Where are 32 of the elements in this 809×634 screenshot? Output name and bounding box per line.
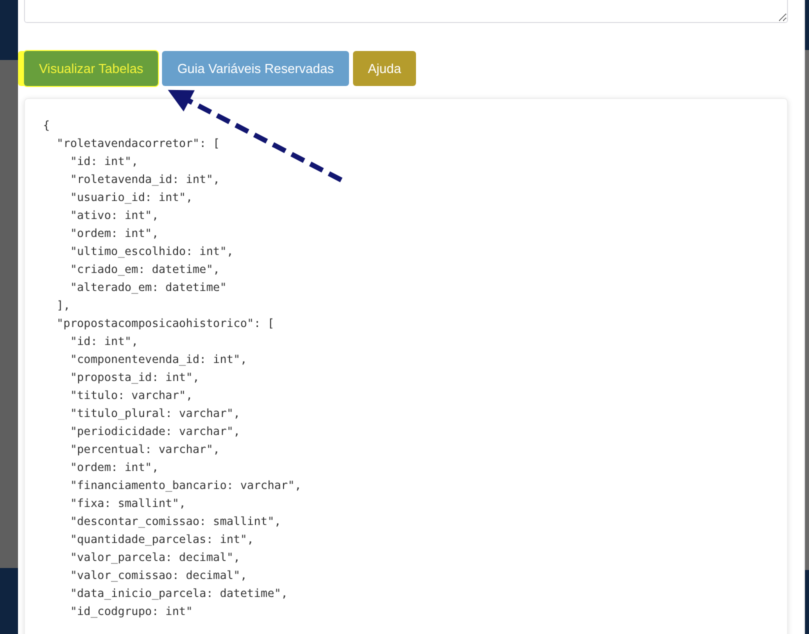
code-line: "proposta_id: int", — [69, 370, 200, 386]
code-line: "id: int", — [69, 154, 140, 170]
code-line: "ordem: int", — [69, 226, 160, 242]
code-line: "alterado_em: datetime" — [69, 280, 228, 296]
code-line: "fixa: smallint", — [69, 496, 187, 512]
code-line: "titulo_plural: varchar", — [69, 406, 242, 422]
code-line: "criado_em: datetime", — [69, 262, 221, 278]
code-line: "roletavendacorretor": [ — [56, 136, 221, 152]
code-line: ], — [56, 298, 72, 314]
code-line: "descontar_comissao: smallint", — [69, 514, 282, 530]
code-line: "propostacomposicaohistorico": [ — [56, 316, 276, 332]
code-line: "id: int", — [69, 334, 140, 350]
code-line: "id_codgrupo: int" — [69, 604, 194, 620]
code-line: "valor_parcela: decimal", — [69, 550, 242, 566]
code-line: "financiamento_bancario: varchar", — [69, 478, 302, 494]
code-line: "usuario_id: int", — [69, 190, 194, 206]
code-line: "periodicidade: varchar", — [69, 424, 242, 440]
text-area[interactable] — [24, 0, 788, 23]
code-line: "titulo: varchar", — [69, 388, 194, 404]
code-line: "componentevenda_id: int", — [69, 352, 248, 368]
code-line: "ativo: int", — [69, 208, 160, 224]
code-line: "quantidade_parcelas: int", — [69, 532, 255, 548]
help-button[interactable]: Ajuda — [352, 51, 416, 86]
code-line: { — [43, 118, 51, 134]
code-line: "percentual: varchar", — [69, 442, 221, 458]
view-tables-button[interactable]: Visualizar Tabelas — [24, 51, 158, 86]
code-line: "data_inicio_parcela: datetime", — [69, 586, 289, 602]
code-line: "ordem: int", — [69, 460, 160, 476]
code-line: "ultimo_escolhido: int", — [69, 244, 234, 260]
code-line: "valor_comissao: decimal", — [69, 568, 248, 584]
guide-button[interactable]: Guia Variáveis Reservadas — [162, 51, 349, 86]
code-line: "roletavenda_id: int", — [69, 172, 221, 188]
